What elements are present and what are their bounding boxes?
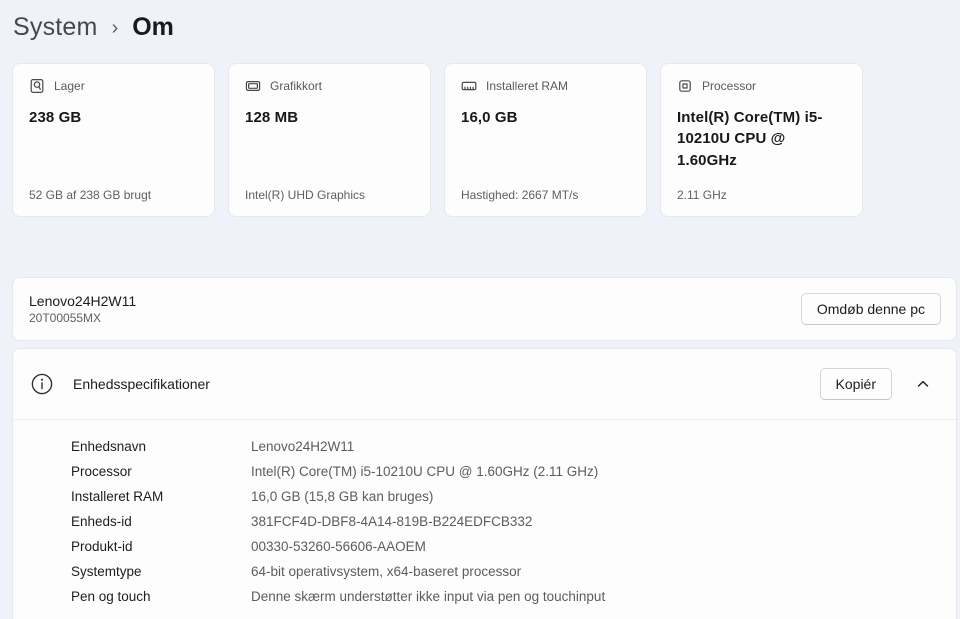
card-header: Installeret RAM	[461, 78, 630, 94]
card-label: Grafikkort	[270, 79, 322, 93]
card-value: 238 GB	[29, 107, 198, 128]
storage-icon	[29, 78, 45, 94]
card-label: Lager	[54, 79, 85, 93]
breadcrumb-parent-system[interactable]: System	[13, 13, 98, 42]
device-model: 20T00055MX	[29, 311, 136, 325]
card-value: 16,0 GB	[461, 107, 630, 128]
spec-row: Enhedsnavn Lenovo24H2W11	[71, 434, 940, 459]
graphics-card: Grafikkort 128 MB Intel(R) UHD Graphics	[228, 63, 431, 217]
spec-row: Systemtype 64-bit operativsystem, x64-ba…	[71, 559, 940, 584]
spec-label: Enheds-id	[71, 509, 251, 534]
card-label: Processor	[702, 79, 756, 93]
device-specifications-expander: Enhedsspecifikationer Kopiér Enhedsnavn …	[12, 348, 957, 619]
spec-value: 381FCF4D-DBF8-4A14-819B-B224EDFCB332	[251, 509, 532, 534]
breadcrumb: System › Om	[0, 0, 960, 42]
card-caption: Intel(R) UHD Graphics	[245, 188, 414, 204]
spec-label: Pen og touch	[71, 584, 251, 609]
spec-row: Installeret RAM 16,0 GB (15,8 GB kan bru…	[71, 484, 940, 509]
spec-row: Enheds-id 381FCF4D-DBF8-4A14-819B-B224ED…	[71, 509, 940, 534]
cpu-icon	[677, 78, 693, 94]
chevron-up-icon[interactable]	[908, 369, 938, 399]
gpu-icon	[245, 78, 261, 94]
copy-button[interactable]: Kopiér	[820, 368, 892, 400]
expander-header[interactable]: Enhedsspecifikationer Kopiér	[13, 349, 956, 419]
card-caption: Hastighed: 2667 MT/s	[461, 188, 630, 204]
spec-value: Denne skærm understøtter ikke input via …	[251, 584, 605, 609]
spec-row: Processor Intel(R) Core(TM) i5-10210U CP…	[71, 459, 940, 484]
spec-value: Intel(R) Core(TM) i5-10210U CPU @ 1.60GH…	[251, 459, 598, 484]
device-names: Lenovo24H2W11 20T00055MX	[29, 293, 136, 325]
spec-label: Installeret RAM	[71, 484, 251, 509]
spec-label: Produkt-id	[71, 534, 251, 559]
card-value: 128 MB	[245, 107, 414, 128]
card-header: Processor	[677, 78, 846, 94]
spec-label: Enhedsnavn	[71, 434, 251, 459]
spec-table: Enhedsnavn Lenovo24H2W11 Processor Intel…	[13, 420, 956, 619]
spec-row: Produkt-id 00330-53260-56606-AAOEM	[71, 534, 940, 559]
spec-label: Systemtype	[71, 559, 251, 584]
spec-value: Lenovo24H2W11	[251, 434, 354, 459]
spec-value: 16,0 GB (15,8 GB kan bruges)	[251, 484, 433, 509]
spec-value: 00330-53260-56606-AAOEM	[251, 534, 426, 559]
spec-label: Processor	[71, 459, 251, 484]
storage-card: Lager 238 GB 52 GB af 238 GB brugt	[12, 63, 215, 217]
processor-card: Processor Intel(R) Core(TM) i5-10210U CP…	[660, 63, 863, 217]
info-icon	[31, 373, 53, 395]
ram-card: Installeret RAM 16,0 GB Hastighed: 2667 …	[444, 63, 647, 217]
card-header: Lager	[29, 78, 198, 94]
device-name-panel: Lenovo24H2W11 20T00055MX Omdøb denne pc	[12, 277, 957, 341]
rename-pc-button[interactable]: Omdøb denne pc	[801, 293, 941, 325]
overview-cards: Lager 238 GB 52 GB af 238 GB brugt Grafi…	[12, 63, 960, 217]
card-value: Intel(R) Core(TM) i5-10210U CPU @ 1.60GH…	[677, 107, 846, 171]
card-caption: 2.11 GHz	[677, 188, 846, 204]
card-label: Installeret RAM	[486, 79, 568, 93]
card-header: Grafikkort	[245, 78, 414, 94]
spec-value: 64-bit operativsystem, x64-baseret proce…	[251, 559, 521, 584]
page-title: Om	[132, 13, 174, 42]
device-name: Lenovo24H2W11	[29, 293, 136, 309]
expander-title: Enhedsspecifikationer	[73, 376, 210, 392]
chevron-right-icon: ›	[112, 17, 119, 40]
spec-row: Pen og touch Denne skærm understøtter ik…	[71, 584, 940, 609]
card-caption: 52 GB af 238 GB brugt	[29, 188, 198, 204]
ram-icon	[461, 78, 477, 94]
